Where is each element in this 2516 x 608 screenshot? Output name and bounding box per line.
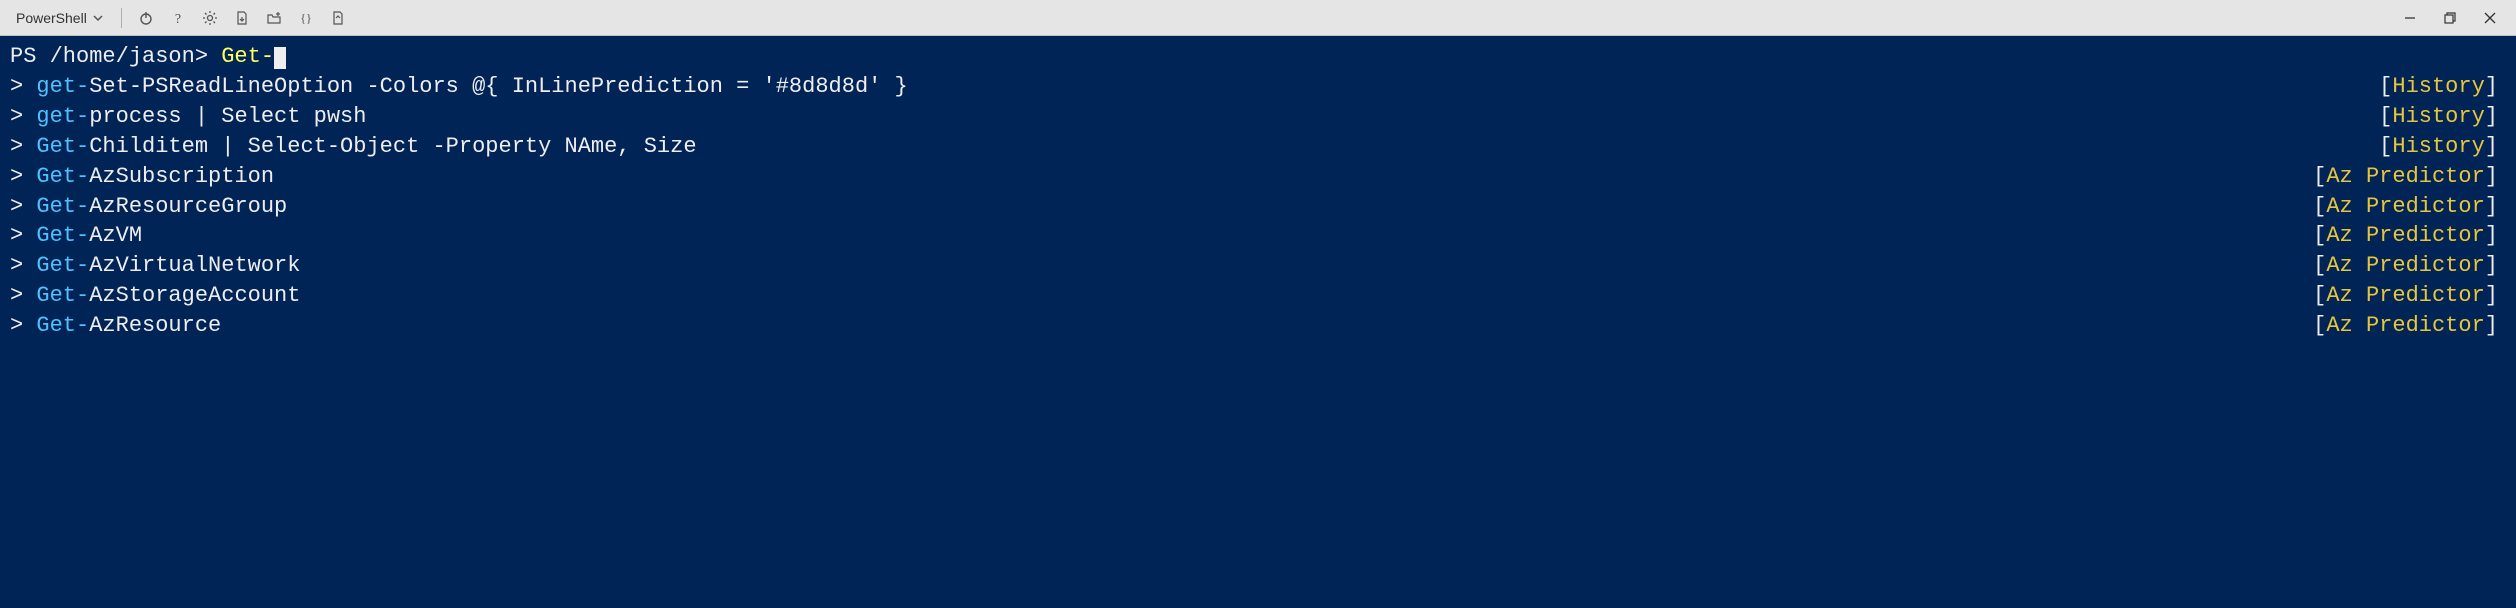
suggestion-source: [Az Predictor] (2313, 281, 2506, 311)
suggestion-line[interactable]: > Get-AzStorageAccount [Az Predictor] (10, 281, 2506, 311)
suggestion-source: [Az Predictor] (2313, 221, 2506, 251)
suggestion-chevron: > (10, 104, 36, 129)
suggestion-prefix: Get- (36, 134, 89, 159)
suggestion-rest: AzResourceGroup (89, 194, 287, 219)
prompt-prefix: PS /home/jason> (10, 44, 221, 69)
suggestion-rest: process | Select pwsh (89, 104, 366, 129)
divider (121, 8, 122, 28)
suggestion-text: > Get-Childitem | Select-Object -Propert… (10, 132, 697, 162)
suggestion-source: [History] (2379, 132, 2506, 162)
suggestion-prefix: get- (36, 74, 89, 99)
suggestion-prefix: Get- (36, 253, 89, 278)
maximize-button[interactable] (2432, 4, 2468, 32)
suggestion-source-label: Az Predictor (2326, 283, 2484, 308)
upload-file-icon[interactable] (228, 4, 256, 32)
shell-selector[interactable]: PowerShell (8, 6, 111, 30)
help-icon[interactable]: ? (164, 4, 192, 32)
suggestion-chevron: > (10, 313, 36, 338)
suggestion-source: [Az Predictor] (2313, 251, 2506, 281)
suggestion-source-label: History (2392, 74, 2484, 99)
cursor (274, 47, 286, 69)
suggestion-source-label: Az Predictor (2326, 164, 2484, 189)
close-button[interactable] (2472, 4, 2508, 32)
suggestion-prefix: Get- (36, 283, 89, 308)
suggestion-rest: Set-PSReadLineOption -Colors @{ InLinePr… (89, 74, 908, 99)
suggestion-chevron: > (10, 283, 36, 308)
suggestion-source-label: Az Predictor (2326, 223, 2484, 248)
prompt-line: PS /home/jason> Get- (10, 42, 2506, 72)
suggestion-chevron: > (10, 194, 36, 219)
power-icon[interactable] (132, 4, 160, 32)
suggestion-text: > Get-AzVM (10, 221, 142, 251)
suggestion-text: > get-process | Select pwsh (10, 102, 366, 132)
suggestion-chevron: > (10, 74, 36, 99)
suggestion-rest: Childitem | Select-Object -Property NAme… (89, 134, 696, 159)
suggestion-text: > Get-AzVirtualNetwork (10, 251, 300, 281)
minimize-button[interactable] (2392, 4, 2428, 32)
braces-icon[interactable]: {} (292, 4, 320, 32)
current-input: Get- (221, 44, 274, 69)
svg-text:?: ? (175, 12, 181, 26)
suggestion-source-label: History (2392, 134, 2484, 159)
settings-icon[interactable] (196, 4, 224, 32)
suggestion-line[interactable]: > get-process | Select pwsh [History] (10, 102, 2506, 132)
suggestion-line[interactable]: > Get-AzVirtualNetwork [Az Predictor] (10, 251, 2506, 281)
suggestion-chevron: > (10, 134, 36, 159)
suggestion-line[interactable]: > Get-AzResource [Az Predictor] (10, 311, 2506, 341)
suggestion-text: > Get-AzResourceGroup (10, 192, 287, 222)
suggestion-prefix: Get- (36, 313, 89, 338)
shell-name-label: PowerShell (16, 10, 87, 26)
suggestion-chevron: > (10, 164, 36, 189)
suggestion-text: > Get-AzStorageAccount (10, 281, 300, 311)
suggestion-rest: AzResource (89, 313, 221, 338)
suggestion-text: > Get-AzResource (10, 311, 221, 341)
suggestion-rest: AzStorageAccount (89, 283, 300, 308)
window-controls (2392, 4, 2508, 32)
suggestion-source: [Az Predictor] (2313, 192, 2506, 222)
suggestion-line[interactable]: > Get-AzSubscription [Az Predictor] (10, 162, 2506, 192)
suggestion-prefix: get- (36, 104, 89, 129)
suggestion-prefix: Get- (36, 164, 89, 189)
new-folder-icon[interactable] (260, 4, 288, 32)
suggestion-text: > get-Set-PSReadLineOption -Colors @{ In… (10, 72, 908, 102)
suggestion-rest: AzVM (89, 223, 142, 248)
suggestion-rest: AzSubscription (89, 164, 274, 189)
open-file-icon[interactable] (324, 4, 352, 32)
suggestion-source-label: Az Predictor (2326, 253, 2484, 278)
titlebar-left: PowerShell ? {} (8, 4, 352, 32)
suggestion-chevron: > (10, 253, 36, 278)
suggestion-source-label: Az Predictor (2326, 313, 2484, 338)
suggestion-line[interactable]: > Get-AzVM [Az Predictor] (10, 221, 2506, 251)
suggestion-prefix: Get- (36, 223, 89, 248)
terminal-pane[interactable]: PS /home/jason> Get- > get-Set-PSReadLin… (0, 36, 2516, 347)
suggestion-source: [History] (2379, 102, 2506, 132)
suggestion-line[interactable]: > Get-Childitem | Select-Object -Propert… (10, 132, 2506, 162)
suggestion-source-label: History (2392, 104, 2484, 129)
suggestion-source: [History] (2379, 72, 2506, 102)
suggestion-source: [Az Predictor] (2313, 311, 2506, 341)
suggestion-prefix: Get- (36, 194, 89, 219)
chevron-down-icon (93, 13, 103, 23)
svg-text:{}: {} (300, 11, 312, 25)
suggestion-line[interactable]: > Get-AzResourceGroup [Az Predictor] (10, 192, 2506, 222)
suggestion-rest: AzVirtualNetwork (89, 253, 300, 278)
titlebar: PowerShell ? {} (0, 0, 2516, 36)
suggestions-list: > get-Set-PSReadLineOption -Colors @{ In… (10, 72, 2506, 341)
suggestion-chevron: > (10, 223, 36, 248)
suggestion-line[interactable]: > get-Set-PSReadLineOption -Colors @{ In… (10, 72, 2506, 102)
suggestion-source: [Az Predictor] (2313, 162, 2506, 192)
suggestion-source-label: Az Predictor (2326, 194, 2484, 219)
suggestion-text: > Get-AzSubscription (10, 162, 274, 192)
